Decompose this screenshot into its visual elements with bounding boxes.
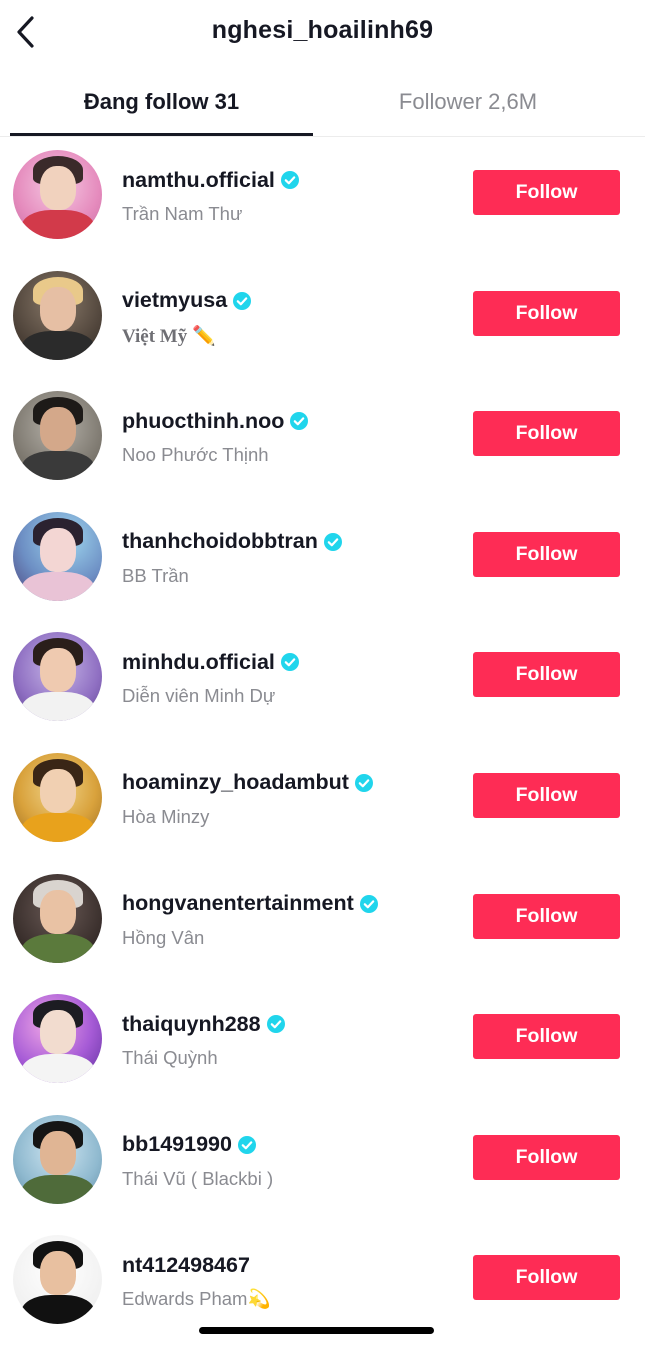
list-item[interactable]: bb1491990 Thái Vũ ( Blackbi ) Follow xyxy=(0,1101,645,1222)
follow-button[interactable]: Follow xyxy=(473,652,620,698)
username[interactable]: bb1491990 xyxy=(122,1132,232,1157)
avatar-shape xyxy=(21,330,95,360)
avatar-shape xyxy=(21,692,95,722)
list-item[interactable]: namthu.official Trần Nam Thư Follow xyxy=(0,136,645,257)
avatar-shape xyxy=(21,571,95,601)
username-line: nt412498467 xyxy=(122,1251,250,1279)
verified-badge-icon xyxy=(237,1135,256,1154)
follow-button[interactable]: Follow xyxy=(473,1134,620,1180)
avatar[interactable] xyxy=(13,632,102,722)
display-name: Edwards Pham💫 xyxy=(122,1288,271,1310)
avatar-shape xyxy=(40,768,76,813)
avatar-shape xyxy=(40,1251,76,1296)
tab-bar: Đang follow 31 Follower 2,6M xyxy=(0,70,645,137)
verified-badge-icon xyxy=(323,532,342,551)
username[interactable]: nt412498467 xyxy=(122,1253,250,1278)
display-name: Hồng Vân xyxy=(122,926,205,948)
display-name: Trần Nam Thư xyxy=(122,203,243,224)
username[interactable]: hoaminzy_hoadambut xyxy=(122,770,349,795)
verified-badge-icon xyxy=(233,291,252,310)
username-line: vietmyusa xyxy=(122,287,252,315)
avatar-shape xyxy=(21,451,95,481)
home-indicator[interactable] xyxy=(199,1327,434,1334)
username[interactable]: vietmyusa xyxy=(122,288,227,313)
list-item[interactable]: thanhchoidobbtran BB Trần Follow xyxy=(0,498,645,619)
avatar[interactable] xyxy=(13,1235,102,1325)
username-line: namthu.official xyxy=(122,166,299,194)
avatar-shape xyxy=(21,933,95,963)
avatar[interactable] xyxy=(13,873,102,963)
list-item[interactable]: phuocthinh.noo Noo Phước Thịnh Follow xyxy=(0,377,645,498)
username[interactable]: thaiquynh288 xyxy=(122,1012,261,1037)
avatar-shape xyxy=(40,166,76,210)
avatar[interactable] xyxy=(13,994,102,1084)
avatar-shape xyxy=(40,648,76,693)
follow-button[interactable]: Follow xyxy=(473,1255,620,1301)
avatar[interactable] xyxy=(13,752,102,842)
follow-button[interactable]: Follow xyxy=(473,411,620,457)
avatar-shape xyxy=(21,1054,95,1084)
username-line: thaiquynh288 xyxy=(122,1010,285,1038)
verified-badge-icon xyxy=(266,1015,285,1034)
verified-badge-icon xyxy=(280,171,299,189)
follow-button[interactable]: Follow xyxy=(473,772,620,818)
avatar-shape xyxy=(40,1130,76,1175)
username-line: minhdu.official xyxy=(122,648,299,676)
display-name: Noo Phước Thịnh xyxy=(122,444,269,466)
username[interactable]: thanhchoidobbtran xyxy=(122,529,318,554)
display-name: Diễn viên Minh Dự xyxy=(122,685,276,707)
avatar[interactable] xyxy=(13,511,102,601)
avatar[interactable] xyxy=(13,150,102,239)
list-item[interactable]: nt412498467 Edwards Pham💫 Follow xyxy=(0,1221,645,1342)
follow-button[interactable]: Follow xyxy=(473,531,620,577)
avatar[interactable] xyxy=(13,270,102,360)
username[interactable]: phuocthinh.noo xyxy=(122,409,284,434)
top-bar: nghesi_hoailinh69 xyxy=(0,0,645,66)
following-list: namthu.official Trần Nam Thư Follow viet… xyxy=(0,136,645,1342)
avatar-shape xyxy=(40,407,76,452)
username-line: hoaminzy_hoadambut xyxy=(122,769,373,797)
display-name: BB Trần xyxy=(122,564,189,586)
verified-badge-icon xyxy=(280,653,299,672)
list-item[interactable]: hongvanentertainment Hồng Vân Follow xyxy=(0,860,645,981)
username-line: hongvanentertainment xyxy=(122,890,378,918)
follow-button[interactable]: Follow xyxy=(473,290,620,336)
username[interactable]: hongvanentertainment xyxy=(122,891,354,916)
username-line: thanhchoidobbtran xyxy=(122,528,342,556)
verified-badge-icon xyxy=(290,412,309,431)
display-name: Thái Quỳnh xyxy=(122,1047,218,1069)
display-name: Thái Vũ ( Blackbi ) xyxy=(122,1167,274,1189)
username[interactable]: minhdu.official xyxy=(122,650,275,675)
avatar-shape xyxy=(21,812,95,842)
follow-button[interactable]: Follow xyxy=(473,893,620,939)
avatar-shape xyxy=(40,1010,76,1055)
list-item[interactable]: thaiquynh288 Thái Quỳnh Follow xyxy=(0,980,645,1101)
verified-badge-icon xyxy=(354,773,373,792)
avatar[interactable] xyxy=(13,1114,102,1204)
display-name: Việt Mỹ ✏️ xyxy=(122,325,216,347)
avatar-shape xyxy=(40,527,76,572)
list-item[interactable]: minhdu.official Diễn viên Minh Dự Follow xyxy=(0,618,645,739)
list-item[interactable]: vietmyusa Việt Mỹ ✏️ Follow xyxy=(0,257,645,378)
follow-button[interactable]: Follow xyxy=(473,170,620,215)
avatar-shape xyxy=(40,889,76,934)
avatar[interactable] xyxy=(13,391,102,481)
tab-following[interactable]: Đang follow 31 xyxy=(10,70,313,134)
follow-button[interactable]: Follow xyxy=(473,1014,620,1060)
avatar-shape xyxy=(21,210,95,239)
username[interactable]: namthu.official xyxy=(122,168,275,193)
verified-badge-icon xyxy=(359,894,378,913)
avatar-shape xyxy=(21,1174,95,1204)
page-title: nghesi_hoailinh69 xyxy=(211,16,434,44)
avatar-shape xyxy=(40,286,76,331)
username-line: phuocthinh.noo xyxy=(122,407,309,435)
display-name: Hòa Minzy xyxy=(122,805,210,827)
avatar-shape xyxy=(21,1295,95,1325)
list-item[interactable]: hoaminzy_hoadambut Hòa Minzy Follow xyxy=(0,739,645,860)
tab-followers[interactable]: Follower 2,6M xyxy=(318,70,618,134)
username-line: bb1491990 xyxy=(122,1131,256,1159)
